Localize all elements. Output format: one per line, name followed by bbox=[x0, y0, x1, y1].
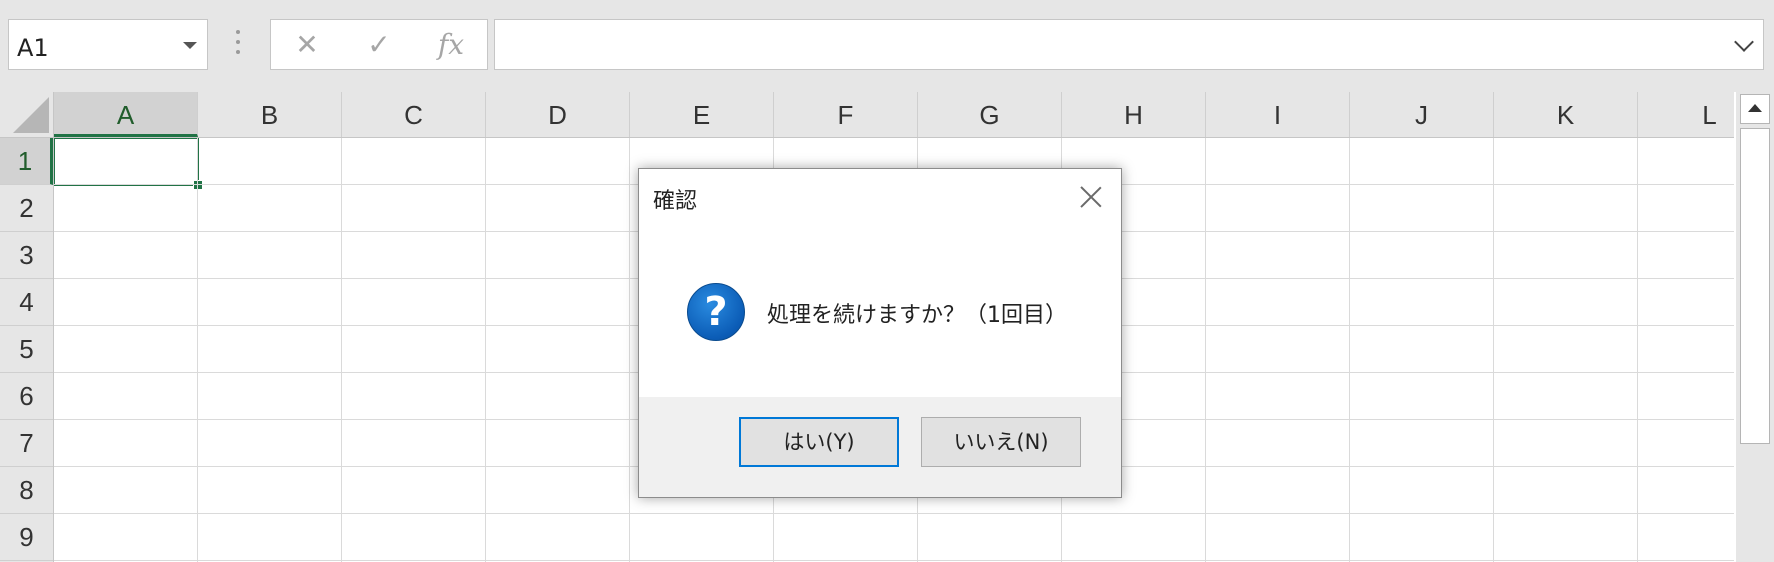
row-header-5[interactable]: 5 bbox=[0, 326, 53, 373]
drag-handle-icon[interactable] bbox=[235, 30, 241, 60]
formula-bar: A1 ✕ ✓ fx bbox=[0, 0, 1774, 88]
column-header-c[interactable]: C bbox=[342, 92, 486, 137]
gridline bbox=[1637, 138, 1638, 562]
formula-buttons: ✕ ✓ fx bbox=[270, 19, 488, 70]
enter-icon[interactable]: ✓ bbox=[359, 30, 399, 60]
select-all-icon bbox=[13, 97, 49, 133]
row-header-4[interactable]: 4 bbox=[0, 279, 53, 326]
insert-function-icon[interactable]: fx bbox=[431, 30, 471, 60]
fill-handle[interactable] bbox=[193, 180, 203, 190]
row-header-2[interactable]: 2 bbox=[0, 185, 53, 232]
question-icon: ? bbox=[687, 283, 745, 341]
close-icon[interactable] bbox=[1079, 185, 1103, 209]
row-header-6[interactable]: 6 bbox=[0, 373, 53, 420]
column-header-b[interactable]: B bbox=[198, 92, 342, 137]
column-header-e[interactable]: E bbox=[630, 92, 774, 137]
dialog-message: 処理を続けますか？（1回目） bbox=[767, 303, 1067, 328]
gridline bbox=[485, 138, 486, 562]
column-header-j[interactable]: J bbox=[1350, 92, 1494, 137]
column-header-k[interactable]: K bbox=[1494, 92, 1638, 137]
dialog-title: 確認 bbox=[653, 189, 698, 214]
column-header-d[interactable]: D bbox=[486, 92, 630, 137]
chevron-down-icon[interactable] bbox=[1734, 32, 1754, 52]
gridline bbox=[341, 138, 342, 562]
column-header-g[interactable]: G bbox=[918, 92, 1062, 137]
formula-input[interactable] bbox=[494, 19, 1764, 70]
column-header-a[interactable]: A bbox=[54, 92, 198, 137]
row-header-7[interactable]: 7 bbox=[0, 420, 53, 467]
scroll-up-button[interactable] bbox=[1740, 94, 1770, 124]
column-header-h[interactable]: H bbox=[1062, 92, 1206, 137]
row-headers: 123456789 bbox=[0, 138, 54, 562]
row-header-1[interactable]: 1 bbox=[0, 138, 53, 185]
row-header-8[interactable]: 8 bbox=[0, 467, 53, 514]
scroll-thumb[interactable] bbox=[1740, 128, 1770, 444]
select-all-button[interactable] bbox=[0, 92, 54, 138]
no-button[interactable]: いいえ(N) bbox=[921, 417, 1081, 467]
gridline bbox=[1493, 138, 1494, 562]
column-header-i[interactable]: I bbox=[1206, 92, 1350, 137]
column-header-f[interactable]: F bbox=[774, 92, 918, 137]
name-box[interactable]: A1 bbox=[8, 19, 208, 70]
column-headers: ABCDEFGHIJKL bbox=[54, 92, 1734, 138]
row-header-9[interactable]: 9 bbox=[0, 514, 53, 561]
vertical-scrollbar[interactable] bbox=[1736, 92, 1774, 562]
gridline bbox=[54, 560, 1734, 561]
yes-button[interactable]: はい(Y) bbox=[739, 417, 899, 467]
gridline bbox=[629, 138, 630, 562]
gridline bbox=[1349, 138, 1350, 562]
cancel-icon[interactable]: ✕ bbox=[287, 30, 327, 60]
active-cell-a1[interactable] bbox=[54, 138, 199, 186]
gridline bbox=[54, 513, 1734, 514]
row-header-3[interactable]: 3 bbox=[0, 232, 53, 279]
gridline bbox=[1205, 138, 1206, 562]
gridline bbox=[197, 138, 198, 562]
arrow-up-icon bbox=[1748, 104, 1762, 112]
chevron-down-icon[interactable] bbox=[183, 42, 197, 49]
confirm-dialog: 確認 ? 処理を続けますか？（1回目） はい(Y) いいえ(N) bbox=[638, 168, 1122, 498]
dialog-footer: はい(Y) いいえ(N) bbox=[639, 397, 1121, 497]
name-box-value: A1 bbox=[17, 34, 49, 62]
